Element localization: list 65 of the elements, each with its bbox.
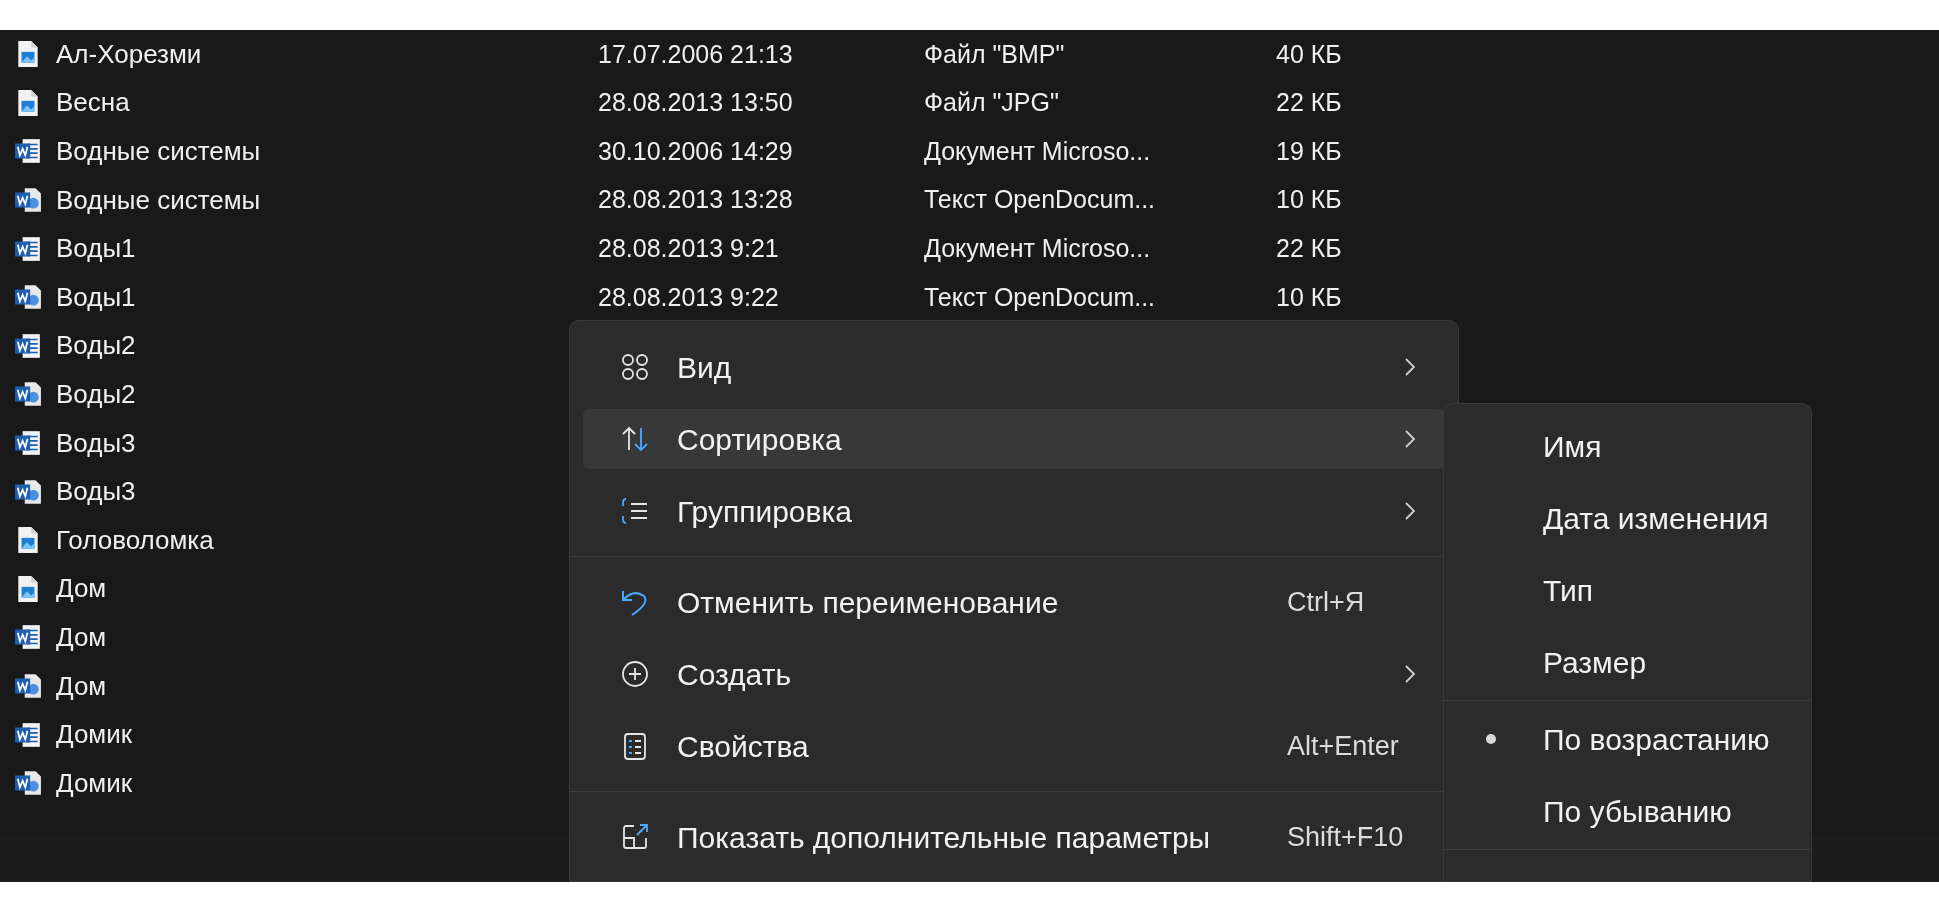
file-name[interactable]: Дом — [56, 569, 107, 609]
file-size: 40 КБ — [1276, 38, 1342, 70]
file-name[interactable]: Дом — [56, 617, 107, 657]
chevron-right-icon — [1405, 502, 1415, 520]
plus-circle-icon — [620, 659, 650, 689]
file-size: 19 КБ — [1276, 135, 1342, 167]
file-size: 10 КБ — [1276, 184, 1342, 216]
submenu-item[interactable]: Размер — [1444, 626, 1811, 698]
file-date: 28.08.2013 9:21 — [598, 232, 780, 264]
shortcut-label: Alt+Enter — [1287, 729, 1400, 763]
file-name[interactable]: Водные системы — [56, 132, 261, 171]
word-document-icon — [14, 623, 42, 652]
grid-icon — [620, 352, 650, 382]
word-document-icon — [14, 429, 42, 458]
file-name[interactable]: Воды2 — [56, 326, 136, 366]
file-name[interactable]: Дом — [56, 666, 107, 706]
file-name[interactable]: Ал-Хорезми — [56, 34, 202, 74]
file-date: 30.10.2006 14:29 — [598, 135, 794, 167]
word-document-icon — [14, 720, 42, 749]
file-type: Документ Microso... — [924, 232, 1152, 264]
file-date: 17.07.2006 21:13 — [598, 38, 794, 70]
group-list-icon — [620, 496, 650, 526]
word-document-icon — [14, 234, 42, 263]
file-size: 22 КБ — [1276, 232, 1342, 264]
file-date: 28.08.2013 13:50 — [598, 87, 794, 119]
file-type: Файл "JPG" — [924, 87, 1060, 119]
file-name[interactable]: Воды3 — [56, 423, 136, 463]
file-type: Текст OpenDocum... — [924, 281, 1157, 313]
text-document-icon — [14, 186, 42, 215]
submenu-item[interactable]: Дата изменения — [1444, 482, 1811, 554]
shortcut-label: Shift+F10 — [1287, 820, 1405, 854]
menu-item[interactable]: Сортировка — [583, 409, 1445, 469]
file-type: Текст OpenDocum... — [924, 184, 1157, 216]
file-type: Документ Microso... — [924, 135, 1152, 167]
file-name[interactable]: Воды1 — [56, 229, 136, 269]
shortcut-label: Ctrl+Я — [1287, 585, 1366, 619]
text-document-icon — [14, 477, 42, 506]
file-name[interactable]: Воды3 — [56, 472, 136, 512]
sort-icon — [620, 424, 650, 454]
text-document-icon — [14, 672, 42, 700]
word-document-icon — [14, 331, 42, 360]
submenu-item[interactable]: Имя — [1444, 410, 1811, 482]
file-date: 28.08.2013 13:28 — [598, 184, 794, 216]
open-external-icon — [620, 822, 650, 852]
file-name[interactable]: Весна — [56, 83, 130, 123]
file-date: 28.08.2013 9:22 — [598, 281, 780, 313]
file-size: 22 КБ — [1276, 87, 1342, 119]
file-name[interactable]: Домик — [56, 763, 133, 803]
file-name[interactable]: Воды2 — [56, 374, 136, 414]
word-document-icon — [14, 137, 42, 166]
file-name[interactable]: Домик — [56, 715, 133, 755]
submenu-item[interactable]: По возрастанию — [1444, 703, 1811, 775]
submenu-item[interactable]: Тип — [1444, 554, 1811, 626]
text-document-icon — [14, 769, 42, 798]
file-type: Файл "BMP" — [924, 38, 1066, 70]
text-document-icon — [14, 283, 42, 312]
file-size: 10 КБ — [1276, 281, 1342, 313]
file-name[interactable]: Головоломка — [56, 520, 214, 560]
text-document-icon — [14, 380, 42, 409]
chevron-right-icon — [1405, 665, 1415, 683]
submenu-item[interactable]: По убыванию — [1444, 775, 1811, 847]
chevron-right-icon — [1405, 358, 1415, 376]
file-name[interactable]: Водные системы — [56, 180, 261, 220]
file-name[interactable]: Воды1 — [56, 277, 136, 317]
chevron-right-icon — [1405, 430, 1415, 448]
